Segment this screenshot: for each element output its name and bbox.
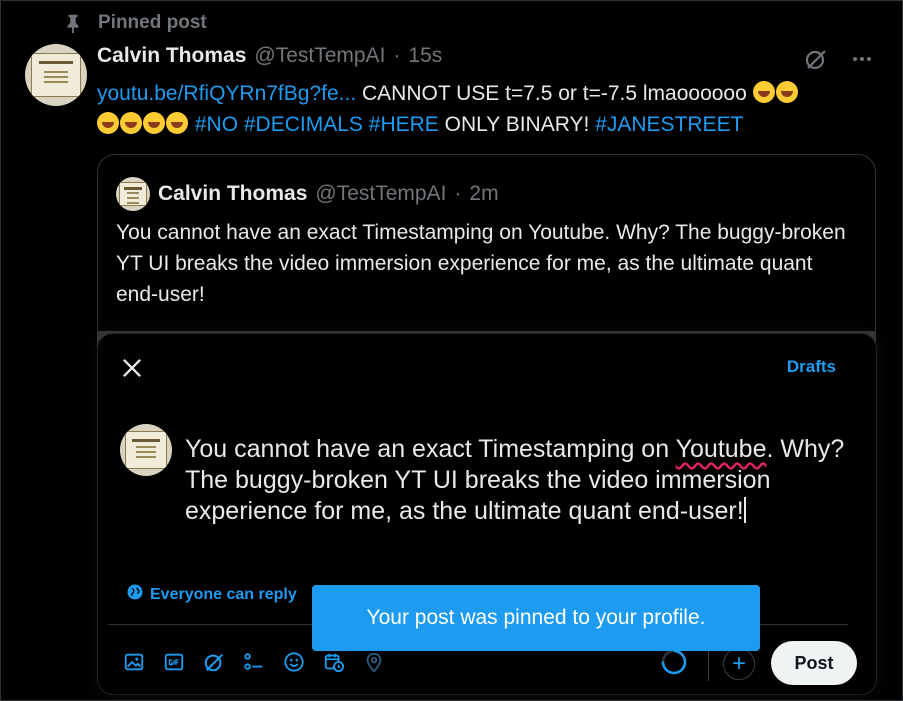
laughing-emoji-icon: [166, 112, 188, 134]
quote-avatar: [116, 177, 150, 211]
misspelled-word: Youtube: [675, 435, 767, 463]
text-caret: [743, 497, 746, 523]
compose-toolbar: [122, 650, 386, 674]
toolbar-separator: [708, 647, 709, 681]
quote-author-name: Calvin Thomas: [158, 182, 308, 205]
reply-setting-button[interactable]: Everyone can reply: [126, 583, 297, 606]
toast-notification: Your post was pinned to your profile.: [312, 585, 760, 651]
tweet-header: Calvin Thomas @TestTempAI · 15s: [97, 44, 442, 68]
laughing-emoji-icon: [752, 81, 775, 103]
character-count-ring: [660, 648, 688, 676]
emoji-icon[interactable]: [282, 650, 306, 674]
composer-avatar: [120, 424, 172, 476]
separator-dot: ·: [454, 182, 462, 205]
tweet-body: youtu.be/RfiQYRn7fBg?fe... CANNOT USE t=…: [97, 78, 867, 140]
hashtag-no[interactable]: #NO: [195, 113, 238, 136]
laughing-emoji-icon: [143, 112, 165, 134]
tweet-link[interactable]: youtu.be/RfiQYRn7fBg?fe...: [97, 82, 356, 105]
laughing-emoji-icon: [97, 112, 119, 134]
compose-text-before: You cannot have an exact Timestamping on: [185, 435, 676, 463]
poll-icon[interactable]: [242, 650, 266, 674]
location-icon[interactable]: [362, 650, 386, 674]
hashtag-decimals[interactable]: #DECIMALS: [244, 113, 363, 136]
reply-setting-label: Everyone can reply: [150, 585, 297, 603]
pin-icon: [62, 12, 84, 34]
separator-dot: ·: [393, 44, 401, 67]
quote-timestamp: 2m: [469, 182, 499, 205]
quote-body: You cannot have an exact Timestamping on…: [116, 221, 846, 306]
schedule-icon[interactable]: [322, 650, 346, 674]
post-button[interactable]: Post: [771, 641, 857, 685]
pinned-indicator: Pinned post: [62, 12, 207, 34]
pinned-label: Pinned post: [98, 12, 207, 33]
laughing-emoji-icon: [120, 112, 142, 134]
globe-icon: [126, 583, 144, 606]
compose-textarea[interactable]: You cannot have an exact Timestamping on…: [185, 434, 845, 527]
image-icon[interactable]: [122, 650, 146, 674]
grok-icon[interactable]: [202, 650, 226, 674]
timestamp[interactable]: 15s: [408, 44, 442, 68]
grok-icon[interactable]: [803, 46, 829, 72]
plus-icon[interactable]: +: [723, 648, 755, 680]
author-handle[interactable]: @TestTempAI: [254, 44, 385, 68]
tweet-actions: [803, 46, 875, 72]
laughing-emoji-icon: [775, 81, 798, 103]
drafts-button[interactable]: Drafts: [787, 357, 836, 377]
close-icon[interactable]: [118, 354, 146, 382]
toast-message: Your post was pinned to your profile.: [366, 606, 706, 629]
more-icon[interactable]: [849, 46, 875, 72]
quote-header: Calvin Thomas @TestTempAI · 2m: [116, 177, 499, 211]
hashtag-here[interactable]: #HERE: [369, 113, 439, 136]
author-name[interactable]: Calvin Thomas: [97, 44, 246, 68]
tweet-text-part2: ONLY BINARY!: [438, 113, 596, 136]
avatar[interactable]: [25, 44, 87, 106]
quote-author-handle: @TestTempAI: [315, 182, 447, 205]
tweet-text-part1: CANNOT USE t=7.5 or t=-7.5 lmaoooooo: [356, 82, 753, 105]
gif-icon[interactable]: [162, 650, 186, 674]
hashtag-janestreet[interactable]: #JANESTREET: [595, 113, 743, 136]
